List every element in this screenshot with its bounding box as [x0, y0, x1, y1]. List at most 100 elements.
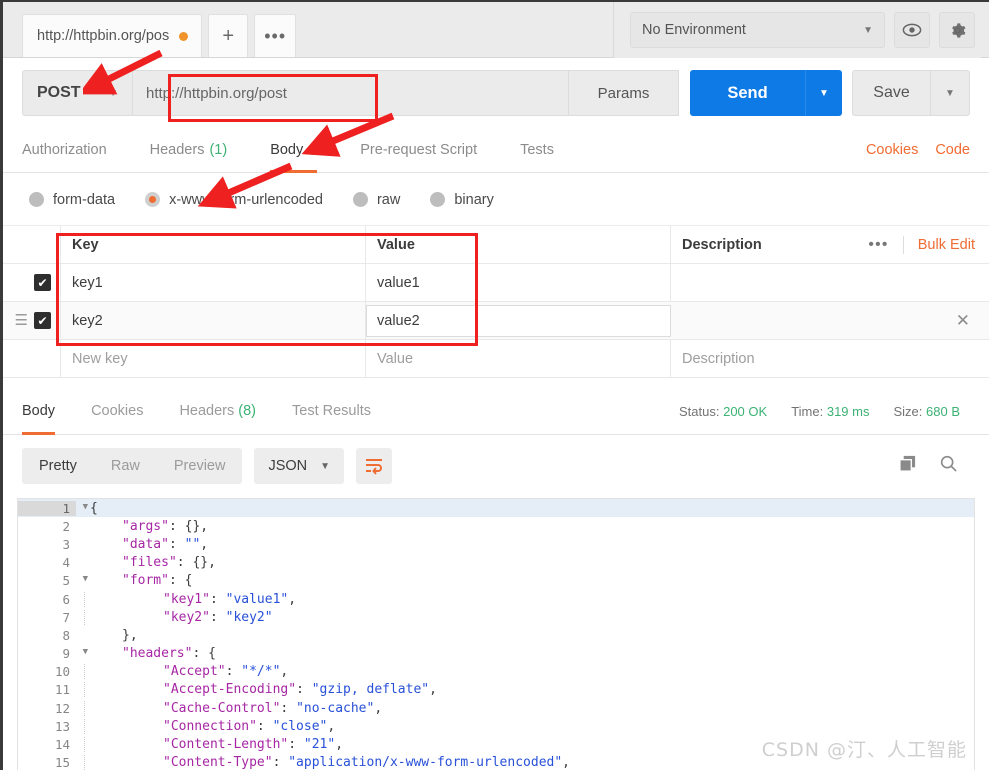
- request-tab[interactable]: http://httpbin.org/pos: [22, 14, 202, 57]
- time-badge: Time: 319 ms: [791, 404, 869, 419]
- environment-quick-look-button[interactable]: [894, 12, 930, 48]
- table-row[interactable]: ☰ ✔ key2 value2 ✕: [3, 302, 989, 340]
- radio-raw[interactable]: raw: [353, 192, 400, 208]
- radio-form-data[interactable]: form-data: [29, 192, 115, 208]
- code-token: "": [185, 537, 201, 552]
- settings-button[interactable]: [939, 12, 975, 48]
- top-bar: http://httpbin.org/pos + ••• No Environm…: [3, 2, 989, 58]
- divider: [903, 236, 904, 254]
- view-preview[interactable]: Preview: [157, 448, 243, 484]
- table-header-row: Key Value Description ••• Bulk Edit: [3, 226, 989, 264]
- row-key[interactable]: key2: [61, 302, 366, 339]
- line-number: 5▼: [18, 573, 76, 588]
- unsaved-dot-icon: [179, 32, 188, 41]
- bulk-edit-button[interactable]: Bulk Edit: [918, 237, 975, 253]
- code-token: :: [210, 592, 226, 607]
- url-input[interactable]: http://httpbin.org/post: [132, 70, 569, 116]
- tab-label: Pre-request Script: [360, 142, 477, 158]
- radio-x-www-form-urlencoded[interactable]: x-www-form-urlencoded: [145, 192, 323, 208]
- response-meta: Status: 200 OK Time: 319 ms Size: 680 B: [679, 404, 970, 419]
- tab-label: Tests: [520, 142, 554, 158]
- code-text: "Cache-Control": "no-cache",: [84, 701, 382, 716]
- new-row[interactable]: New key Value Description: [3, 340, 989, 378]
- status-badge: Status: 200 OK: [679, 404, 767, 419]
- radio-icon: [353, 192, 368, 207]
- postman-window: http://httpbin.org/pos + ••• No Environm…: [0, 0, 989, 770]
- code-text: "form": {: [76, 573, 192, 588]
- code-token: "*/*": [241, 664, 280, 679]
- response-tab-body[interactable]: Body: [22, 388, 55, 435]
- save-options-button[interactable]: ▼: [930, 70, 970, 116]
- new-tab-button[interactable]: +: [208, 14, 248, 57]
- word-wrap-button[interactable]: [356, 448, 392, 484]
- row-key[interactable]: key1: [61, 264, 366, 301]
- status-label: Status:: [679, 404, 719, 419]
- row-value[interactable]: value1: [366, 264, 671, 301]
- new-value-input[interactable]: Value: [366, 340, 671, 377]
- code-lines: 1▼{2"args": {},3"data": "",4"files": {},…: [18, 499, 974, 770]
- code-token: "Content-Length": [163, 737, 288, 752]
- response-tab-cookies[interactable]: Cookies: [91, 388, 143, 435]
- drag-handle-icon[interactable]: ☰: [15, 313, 28, 328]
- fold-toggle-icon[interactable]: ▼: [83, 502, 88, 512]
- fold-toggle-icon[interactable]: ▼: [83, 574, 88, 584]
- line-number: 1▼: [18, 501, 76, 516]
- tab-body[interactable]: Body: [270, 128, 317, 173]
- environment-selector[interactable]: No Environment ▼: [630, 12, 885, 48]
- row-checkbox-cell: ✔: [3, 264, 61, 301]
- copy-button[interactable]: [898, 454, 917, 478]
- code-token: ,: [374, 701, 382, 716]
- code-token: ,: [335, 737, 343, 752]
- params-button[interactable]: Params: [569, 70, 679, 116]
- eye-icon: [902, 23, 922, 37]
- tab-label: Body: [270, 142, 303, 158]
- row-description[interactable]: [671, 264, 989, 301]
- row-value-input[interactable]: value2: [366, 305, 671, 337]
- code-line: 1▼{: [18, 499, 974, 517]
- radio-binary[interactable]: binary: [430, 192, 494, 208]
- response-tabs: Body Cookies Headers (8) Test Results St…: [3, 388, 989, 435]
- new-description-input[interactable]: Description: [671, 340, 989, 377]
- code-text: "args": {},: [76, 519, 208, 534]
- send-button[interactable]: Send: [690, 70, 805, 116]
- row-checkbox[interactable]: ✔: [34, 312, 51, 329]
- view-raw[interactable]: Raw: [94, 448, 157, 484]
- status-value: 200 OK: [723, 404, 767, 419]
- headers-count: (8): [238, 403, 256, 419]
- headers-count: (1): [209, 142, 227, 158]
- response-actions: [898, 454, 970, 478]
- chevron-down-icon: ▼: [108, 88, 118, 99]
- send-options-button[interactable]: ▼: [805, 70, 842, 116]
- response-tab-test-results[interactable]: Test Results: [292, 388, 371, 435]
- fold-toggle-icon[interactable]: ▼: [83, 647, 88, 657]
- save-button[interactable]: Save: [852, 70, 930, 116]
- response-tab-headers[interactable]: Headers (8): [179, 388, 256, 435]
- code-token: ,: [280, 664, 288, 679]
- search-button[interactable]: [939, 454, 958, 478]
- table-row[interactable]: ✔ key1 value1: [3, 264, 989, 302]
- row-value-cell: value2: [366, 302, 671, 339]
- code-token: "key1": [163, 592, 210, 607]
- row-description[interactable]: ✕: [671, 302, 989, 339]
- format-selector[interactable]: JSON ▼: [254, 448, 344, 484]
- method-selector[interactable]: POST ▼: [22, 70, 132, 116]
- tab-options-button[interactable]: •••: [254, 14, 296, 57]
- code-line: 11"Accept-Encoding": "gzip, deflate",: [18, 681, 974, 699]
- new-key-input[interactable]: New key: [61, 340, 366, 377]
- tab-headers[interactable]: Headers (1): [150, 128, 228, 173]
- tab-tests[interactable]: Tests: [520, 128, 554, 173]
- response-body-code[interactable]: 1▼{2"args": {},3"data": "",4"files": {},…: [17, 498, 975, 770]
- tab-authorization[interactable]: Authorization: [22, 128, 107, 173]
- row-checkbox[interactable]: ✔: [34, 274, 51, 291]
- delete-row-button[interactable]: ✕: [956, 311, 989, 331]
- more-options-icon[interactable]: •••: [869, 236, 889, 253]
- cookies-link[interactable]: Cookies: [866, 142, 918, 158]
- tab-pre-request-script[interactable]: Pre-request Script: [360, 128, 477, 173]
- view-pretty[interactable]: Pretty: [22, 448, 94, 484]
- line-number: 11: [18, 682, 76, 697]
- code-link[interactable]: Code: [935, 142, 970, 158]
- method-label: POST: [37, 84, 81, 102]
- code-token: ,: [562, 755, 570, 770]
- code-token: ,: [288, 592, 296, 607]
- code-token: "form": [122, 573, 169, 588]
